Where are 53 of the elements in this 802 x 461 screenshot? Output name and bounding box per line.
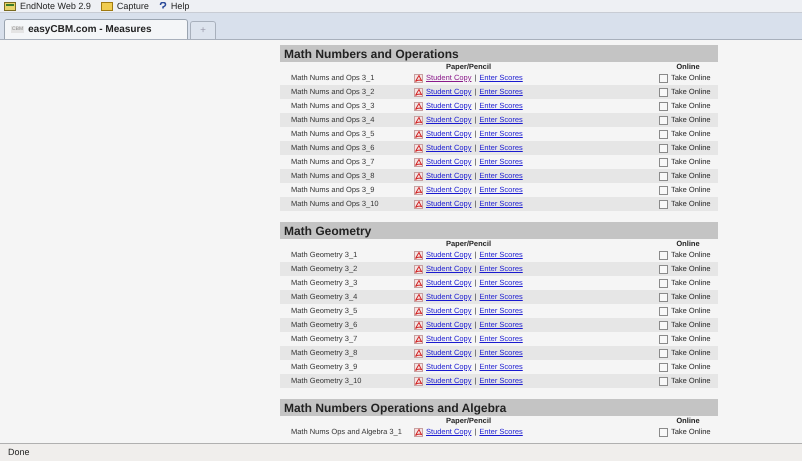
checkbox[interactable] [659,278,668,288]
pdf-icon [414,306,423,316]
checkbox[interactable] [659,362,668,372]
pdf-icon [414,74,423,82]
pdf-icon [414,278,423,288]
checkbox[interactable] [659,320,668,330]
section-header: Math Geometry [280,222,718,239]
book-icon [4,2,16,10]
pdf-icon [414,144,423,152]
checkbox[interactable] [659,428,668,436]
checkbox[interactable] [659,88,668,96]
pdf-icon [414,172,423,180]
toolbar-button[interactable]: Capture [100,0,149,12]
pdf-icon [414,88,423,96]
checkbox[interactable] [659,130,668,138]
pdf-icon [414,102,423,110]
checkbox[interactable] [659,376,668,386]
checkbox[interactable] [659,250,668,260]
pdf-icon [414,334,423,344]
pdf-icon [414,292,423,302]
pdf-icon [414,362,423,372]
pdf-icon [414,200,423,208]
toolbar-button[interactable]: EndNote Web 2.9 [4,0,91,12]
toolbar-button[interactable]: Help [158,0,190,12]
pdf-icon [414,186,423,194]
pdf-icon [414,158,423,166]
section-header: Math Numbers and Operations [280,45,718,62]
question-icon [158,2,167,10]
section-header: Math Numbers Operations and Algebra [280,399,718,416]
pdf-icon [414,130,423,138]
checkbox[interactable] [659,144,668,152]
checkbox[interactable] [659,186,668,194]
pdf-icon [414,264,423,274]
checkbox[interactable] [659,102,668,110]
checkbox[interactable] [659,116,668,124]
pdf-icon [414,376,423,386]
pdf-icon [414,250,423,260]
folder-icon [100,2,113,10]
checkbox[interactable] [659,172,668,180]
pdf-icon [414,428,423,436]
status-text: Done [8,446,30,459]
pdf-icon [414,348,423,358]
tab-title: easyCBM.com - Measures [28,23,152,37]
checkbox[interactable] [659,306,668,316]
checkbox[interactable] [659,348,668,358]
pdf-icon [414,320,423,330]
pdf-icon [414,116,423,124]
checkbox[interactable] [659,264,668,274]
checkbox[interactable] [659,74,668,82]
checkbox[interactable] [659,334,668,344]
checkbox[interactable] [659,292,668,302]
checkbox[interactable] [659,158,668,166]
checkbox[interactable] [659,200,668,208]
